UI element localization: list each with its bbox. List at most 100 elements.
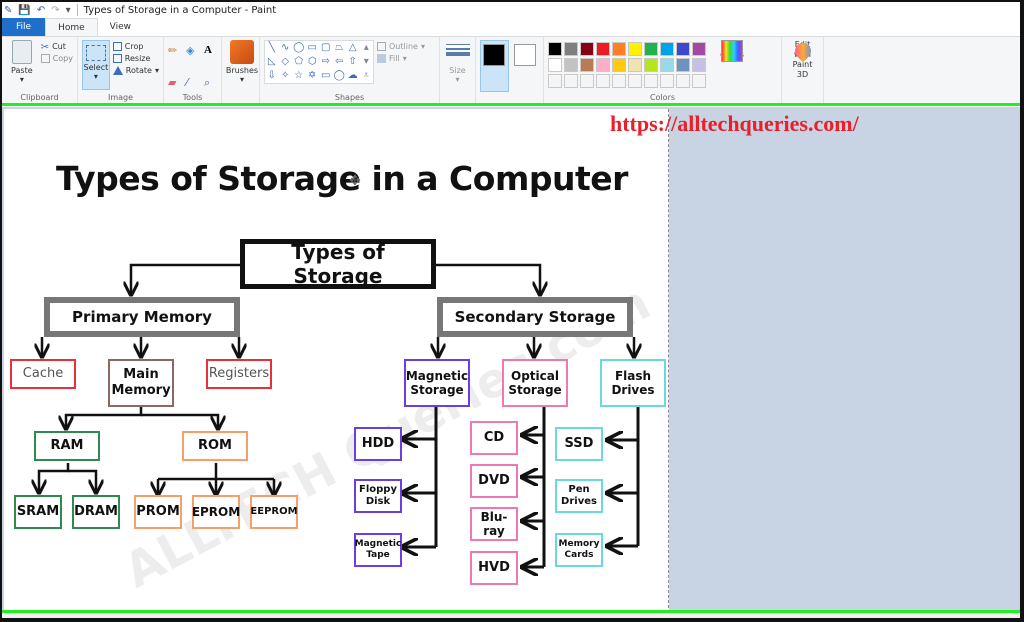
rotate-button[interactable]: Rotate ▾ <box>112 66 159 75</box>
line-width-icon <box>445 44 470 56</box>
up-arrow-shape-icon[interactable]: ⇧ <box>346 55 360 69</box>
outline-button[interactable]: Outline ▾ <box>377 42 425 51</box>
hexagon-shape-icon[interactable]: ⬡ <box>306 55 320 69</box>
tab-view[interactable]: View <box>98 18 143 36</box>
color-swatch[interactable] <box>676 58 690 72</box>
select-button[interactable]: Select ▾ <box>82 40 110 90</box>
node-ram: RAM <box>34 431 100 461</box>
six-point-star-icon[interactable]: ✡ <box>306 69 320 83</box>
node-hdd: HDD <box>354 427 402 461</box>
color-swatch[interactable] <box>612 58 626 72</box>
expand-gallery-icon[interactable]: ⩡ <box>360 69 374 83</box>
pencil-icon[interactable]: ✏ <box>168 44 182 72</box>
color-swatch[interactable] <box>692 42 706 56</box>
diamond-shape-icon[interactable]: ◇ <box>279 55 293 69</box>
crop-button[interactable]: Crop <box>112 42 159 51</box>
five-point-star-icon[interactable]: ☆ <box>292 69 306 83</box>
polygon-shape-icon[interactable]: ⏢ <box>333 41 347 55</box>
four-point-star-icon[interactable]: ✧ <box>279 69 293 83</box>
shapes-gallery[interactable]: ╲ ∿ ◯ ▭ ▢ ⏢ △ ▴ ◺ ◇ ⬠ ⬡ ⇨ ⇦ ⇧ ▾ ⇩ ✧ ☆ ✡ ▭ ◯ ☁ ⩡ <box>264 40 374 84</box>
triangle-shape-icon[interactable]: △ <box>346 41 360 55</box>
color2-button[interactable]: Color 2 <box>511 40 539 104</box>
connector-ram-sram <box>39 463 70 493</box>
right-triangle-icon[interactable]: ◺ <box>265 55 279 69</box>
node-secondary-storage: Secondary Storage <box>437 297 633 337</box>
color-swatch[interactable] <box>580 42 594 56</box>
cut-button[interactable]: ✂ Cut <box>41 42 73 53</box>
color-swatch[interactable] <box>644 58 658 72</box>
edit-with-paint3d-button[interactable]: Edit with Paint 3D <box>786 39 819 104</box>
node-cache: Cache <box>10 359 76 389</box>
left-arrow-shape-icon[interactable]: ⇦ <box>333 55 347 69</box>
callout-cloud-icon[interactable]: ☁ <box>346 69 360 83</box>
scroll-down-icon[interactable]: ▾ <box>360 55 374 69</box>
color-swatch[interactable] <box>580 58 594 72</box>
color-swatch[interactable] <box>612 42 626 56</box>
pentagon-shape-icon[interactable]: ⬠ <box>292 55 306 69</box>
ribbon-tabs: File Home View <box>2 18 1020 36</box>
color-swatch[interactable] <box>564 58 578 72</box>
clipboard-group: Paste ▾ ✂ Cut Copy Clipboard <box>2 37 78 104</box>
color-swatch[interactable] <box>628 74 642 88</box>
color-swatch[interactable] <box>692 74 706 88</box>
oval-shape-icon[interactable]: ◯ <box>292 41 306 55</box>
select-rectangle-icon <box>85 45 106 61</box>
crop-icon <box>112 42 122 51</box>
color-swatch[interactable] <box>692 58 706 72</box>
redo-icon[interactable]: ↷ <box>51 5 59 16</box>
image-group: Select ▾ Crop Resize Rotate ▾ Image <box>78 37 164 104</box>
color-swatch[interactable] <box>580 74 594 88</box>
color-swatch[interactable] <box>548 74 562 88</box>
paint-app-icon: ✎ <box>4 4 13 16</box>
color-swatch[interactable] <box>628 42 642 56</box>
color-swatch[interactable] <box>596 58 610 72</box>
fill-button[interactable]: Fill ▾ <box>377 54 425 63</box>
resize-button[interactable]: Resize <box>112 54 159 63</box>
node-memory-cards: Memory Cards <box>555 533 603 567</box>
line-shape-icon[interactable]: ╲ <box>265 41 279 55</box>
brushes-button[interactable]: Brushes ▾ <box>226 40 258 104</box>
color-swatch[interactable] <box>660 58 674 72</box>
color-swatch[interactable] <box>628 58 642 72</box>
color-swatch[interactable] <box>612 74 626 88</box>
node-pen-drives: Pen Drives <box>555 479 603 513</box>
node-magnetic-storage: Magnetic Storage <box>404 359 470 407</box>
rounded-rectangle-icon[interactable]: ▢ <box>319 41 333 55</box>
color-swatch[interactable] <box>676 74 690 88</box>
scroll-up-icon[interactable]: ▴ <box>360 41 374 55</box>
color-swatch[interactable] <box>644 74 658 88</box>
tab-file[interactable]: File <box>2 18 46 36</box>
callout-oval-icon[interactable]: ◯ <box>333 69 347 83</box>
drawing-canvas[interactable]: ALLTECH Queries.com Types of Storage in … <box>4 109 669 613</box>
text-icon[interactable]: A <box>204 44 218 72</box>
tab-home[interactable]: Home <box>45 18 98 36</box>
color1-button[interactable]: Color 1 <box>480 40 509 92</box>
fill-bucket-icon[interactable]: ◈ <box>186 44 200 72</box>
down-arrow-shape-icon[interactable]: ⇩ <box>265 69 279 83</box>
color-swatch[interactable] <box>660 74 674 88</box>
rectangle-shape-icon[interactable]: ▭ <box>306 41 320 55</box>
curve-shape-icon[interactable]: ∿ <box>279 41 293 55</box>
color-swatch[interactable] <box>596 74 610 88</box>
customize-dropdown-icon[interactable]: ▾ <box>66 5 71 16</box>
color-swatch[interactable] <box>596 42 610 56</box>
ribbon: Paste ▾ ✂ Cut Copy Clipboard Select ▾ Crop … <box>2 36 1020 104</box>
color-swatch[interactable] <box>548 42 562 56</box>
right-arrow-shape-icon[interactable]: ⇨ <box>319 55 333 69</box>
color1-swatch <box>483 44 506 66</box>
undo-icon[interactable]: ↶ <box>37 5 45 16</box>
fill-icon <box>377 54 386 63</box>
color-swatch[interactable] <box>548 58 562 72</box>
node-main-memory: Main Memory <box>108 359 174 407</box>
copy-button[interactable]: Copy <box>40 54 73 63</box>
color-swatch[interactable] <box>676 42 690 56</box>
color-swatch[interactable] <box>564 42 578 56</box>
save-icon[interactable]: 💾 <box>18 5 30 16</box>
color-swatch[interactable] <box>660 42 674 56</box>
color-swatch[interactable] <box>644 42 658 56</box>
color-swatch[interactable] <box>564 74 578 88</box>
connector-rom-eprom <box>158 463 274 495</box>
color-spectrum-icon <box>721 40 743 62</box>
size-button[interactable]: Size ▾ <box>444 40 471 104</box>
callout-rect-icon[interactable]: ▭ <box>319 69 333 83</box>
